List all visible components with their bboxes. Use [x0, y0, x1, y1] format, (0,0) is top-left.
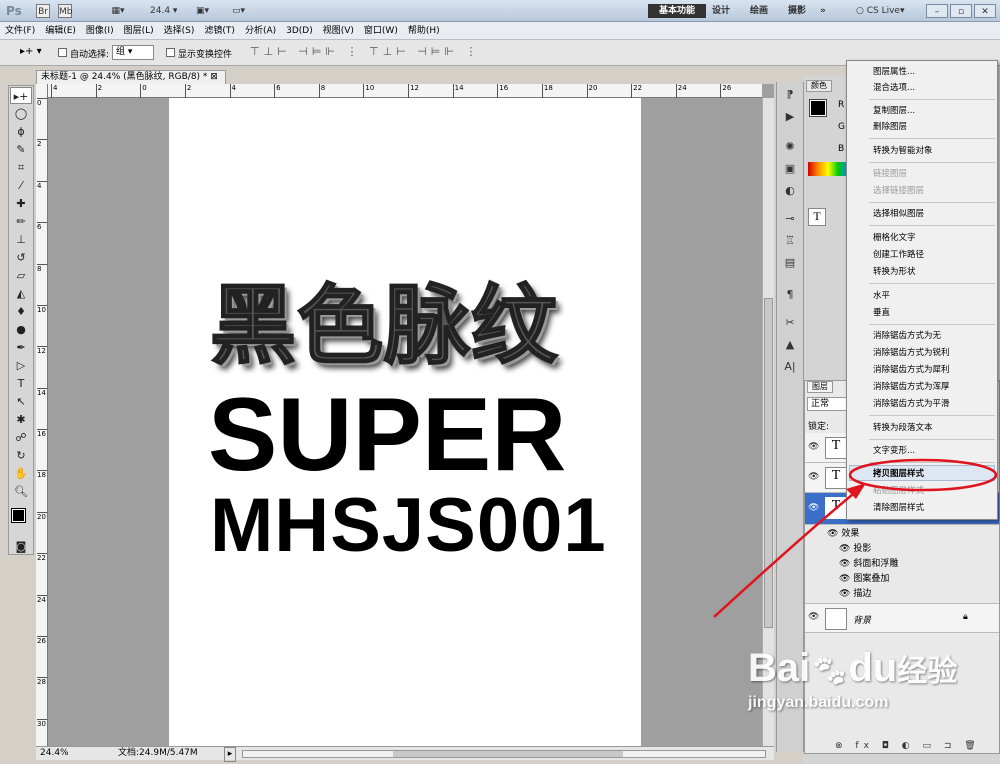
annotation-arrow-line — [713, 489, 859, 618]
paw-icon: 🐾︎ — [810, 655, 849, 688]
watermark-url: jingyan.baidu.com — [748, 694, 889, 711]
annotation-ellipse — [848, 458, 998, 492]
baidu-watermark: Bai🐾︎du经验 jingyan.baidu.com — [748, 646, 958, 711]
